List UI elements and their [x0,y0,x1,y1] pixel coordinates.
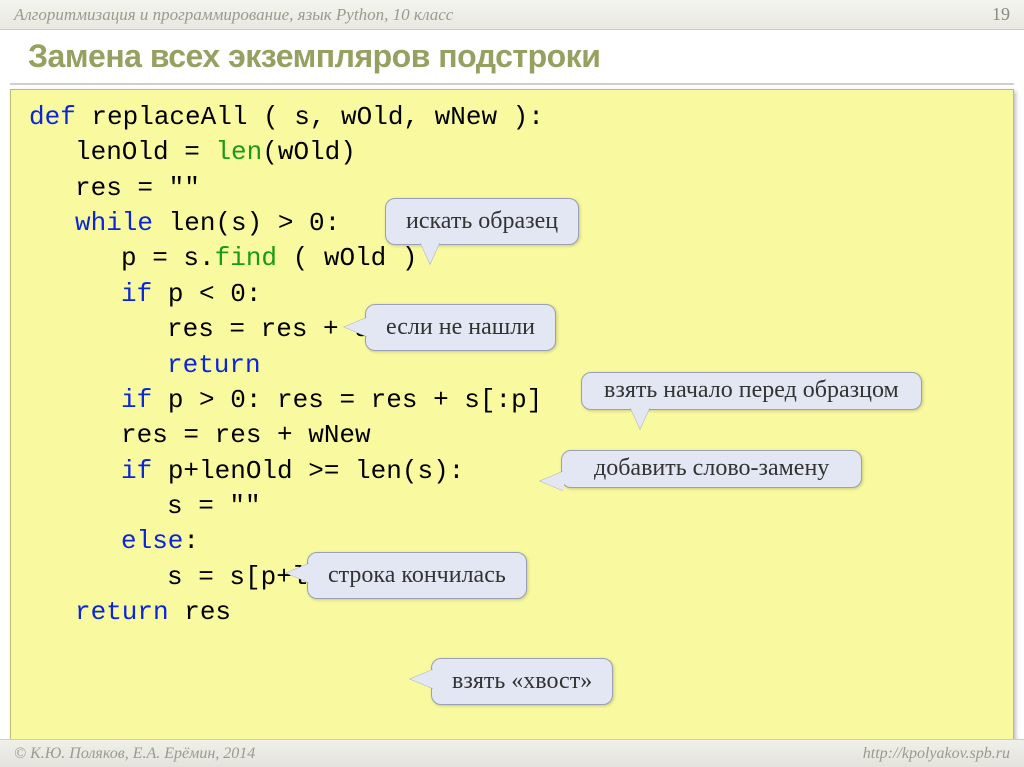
callout-take-prefix: взять начало перед образцом [581,372,922,410]
kw-return: return [167,350,261,380]
slide-header: Алгоритмизация и программирование, язык … [0,0,1024,30]
footer-authors: © К.Ю. Поляков, Е.А. Ерёмин, 2014 [14,745,255,763]
fn-find: find [215,243,277,273]
fn-len: len [215,137,262,167]
title-rule [10,83,1014,85]
code-text: (wOld) [262,137,356,167]
callout-search-pattern: искать образец [385,198,579,245]
callout-tail-icon [540,471,564,491]
code-text: res = "" [75,173,200,203]
callout-text: добавить слово-замену [594,455,829,481]
page-number: 19 [992,4,1010,25]
callout-text: взять начало перед образцом [604,377,899,403]
code-text: p = s. [121,243,215,273]
callout-string-ended: строка кончилась [307,552,527,599]
callout-take-tail: взять «хвост» [431,658,613,705]
kw-def: def [29,102,76,132]
callout-if-not-found: если не нашли [365,304,556,351]
code-text: lenOld = [75,137,215,167]
code-text: p < 0: [152,279,261,309]
code-text: : [183,526,199,556]
code-text: replaceAll ( s, wOld, wNew ): [76,102,544,132]
callout-text: строка кончилась [328,562,506,588]
callout-tail-icon [286,563,310,583]
kw-return: return [75,597,169,627]
kw-if: if [121,279,152,309]
code-text: res = res + wNew [121,420,371,450]
kw-while: while [75,208,153,238]
kw-if: if [121,385,152,415]
code-text: res [169,597,231,627]
header-course: Алгоритмизация и программирование, язык … [14,5,453,25]
code-text: p > 0: res = res + s[:p] [152,385,542,415]
code-text: len(s) > 0: [153,208,340,238]
slide-title: Замена всех экземпляров подстроки [28,38,1024,75]
kw-else: else [121,526,183,556]
footer-url: http://kpolyakov.spb.ru [863,745,1010,763]
callout-tail-icon [630,407,650,429]
callout-text: искать образец [406,208,558,234]
slide-footer: © К.Ю. Поляков, Е.А. Ерёмин, 2014 http:/… [0,739,1024,767]
kw-if: if [121,456,152,486]
callout-text: если не нашли [386,314,535,340]
callout-tail-icon [344,317,368,337]
callout-tail-icon [420,242,440,264]
code-text: res = res + s [167,314,370,344]
code-text: p+lenOld >= len(s): [152,456,464,486]
callout-tail-icon [410,669,434,689]
code-text: s = "" [167,491,261,521]
code-text: ( wOld ) [277,243,417,273]
code-block: def replaceAll ( s, wOld, wNew ): lenOld… [10,89,1014,749]
callout-add-replacement: добавить слово-замену [561,450,862,488]
callout-text: взять «хвост» [452,668,592,694]
